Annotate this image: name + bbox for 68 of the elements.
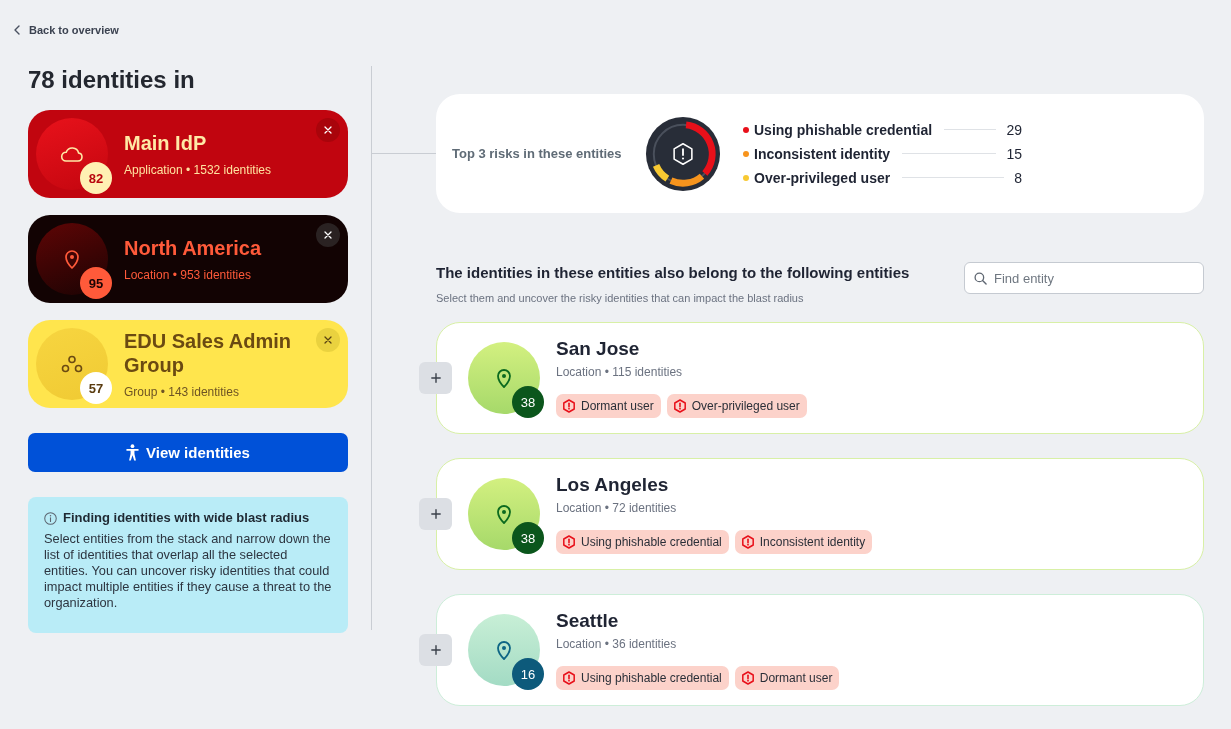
remove-button[interactable] bbox=[316, 118, 340, 142]
add-button[interactable] bbox=[419, 634, 452, 666]
search-icon bbox=[974, 272, 987, 285]
close-icon bbox=[324, 126, 332, 134]
info-title: Finding identities with wide blast radius bbox=[63, 509, 310, 527]
selection-heading: 78 identities in bbox=[28, 66, 196, 94]
risk-score-badge: 38 bbox=[512, 386, 544, 418]
entity-details: Application • 1532 identities bbox=[124, 161, 272, 178]
related-subheading: Select them and uncover the risky identities that can impact the blast radius bbox=[436, 291, 805, 305]
entity-details: Location • 36 identities bbox=[556, 636, 678, 652]
group-icon bbox=[61, 355, 83, 373]
chevron-left-icon bbox=[14, 25, 20, 35]
remove-button[interactable] bbox=[316, 328, 340, 352]
risk-summary-title: Top 3 risks in these entities bbox=[452, 146, 623, 161]
related-heading: The identities in these entities also belong to the following entities bbox=[436, 263, 910, 283]
risk-score-badge: 16 bbox=[512, 658, 544, 690]
alert-hexagon-icon bbox=[562, 671, 576, 685]
alert-hexagon-icon bbox=[672, 399, 687, 413]
risk-score-badge: 95 bbox=[80, 267, 112, 299]
map-pin-icon bbox=[497, 368, 511, 388]
entity-name: San Jose bbox=[556, 338, 641, 360]
alert-hexagon-icon bbox=[673, 142, 693, 165]
close-icon bbox=[324, 231, 332, 239]
entity-name: Seattle bbox=[556, 610, 620, 632]
alert-hexagon-icon bbox=[562, 535, 576, 549]
remove-button[interactable] bbox=[316, 223, 340, 247]
risk-tag: Using phishable credential bbox=[556, 666, 729, 690]
view-identities-button[interactable]: View identities bbox=[28, 433, 348, 472]
search-field[interactable]: Find entity bbox=[964, 262, 1204, 294]
risk-count: 15 bbox=[1006, 145, 1022, 162]
map-pin-icon bbox=[65, 249, 79, 269]
map-pin-icon bbox=[497, 640, 511, 660]
risk-score-badge: 38 bbox=[512, 522, 544, 554]
risk-count: 29 bbox=[1006, 121, 1022, 138]
risk-score-badge: 57 bbox=[80, 372, 112, 404]
entity-details: Location • 72 identities bbox=[556, 500, 678, 516]
cloud-icon bbox=[60, 146, 84, 162]
alert-hexagon-icon bbox=[562, 399, 576, 413]
alert-hexagon-icon bbox=[740, 535, 755, 549]
add-button[interactable] bbox=[419, 498, 452, 530]
info-text: Select entities from the stack and narrow down the list of identities that overlap all the selected entities. You can uncover risky identities that could impact multiple entities if they cause a threat to the organization. bbox=[44, 531, 332, 611]
risk-score-badge: 82 bbox=[80, 162, 112, 194]
plus-icon bbox=[430, 509, 441, 519]
risk-tag: Dormant user bbox=[734, 666, 840, 690]
entity-details: Location • 953 identities bbox=[124, 266, 252, 283]
risk-count: 8 bbox=[1014, 169, 1022, 186]
plus-icon bbox=[430, 645, 441, 655]
entity-name: Los Angeles bbox=[556, 474, 670, 496]
risk-tag: Using phishable credential bbox=[556, 530, 729, 554]
entity-name: Main IdP bbox=[124, 130, 208, 155]
entity-name: EDU Sales Admin Group bbox=[124, 328, 293, 377]
alert-hexagon-icon bbox=[740, 671, 755, 685]
plus-icon bbox=[430, 373, 441, 383]
risk-tag: Over-privileged user bbox=[666, 394, 807, 418]
info-icon bbox=[44, 511, 57, 525]
entity-details: Location • 115 identities bbox=[556, 364, 684, 380]
add-button[interactable] bbox=[419, 362, 452, 394]
close-icon bbox=[324, 336, 332, 344]
risk-label: Inconsistent identity bbox=[754, 145, 891, 162]
risk-label: Using phishable credential bbox=[754, 121, 933, 138]
person-icon bbox=[126, 444, 140, 461]
entity-details: Group • 143 identities bbox=[124, 383, 240, 400]
risk-tag: Dormant user bbox=[556, 394, 661, 418]
risk-label: Over-privileged user bbox=[754, 169, 891, 186]
map-pin-icon bbox=[497, 504, 511, 524]
risk-tag: Inconsistent identity bbox=[734, 530, 873, 554]
entity-name: North America bbox=[124, 235, 263, 260]
back-link[interactable]: Back to overview bbox=[14, 21, 119, 39]
